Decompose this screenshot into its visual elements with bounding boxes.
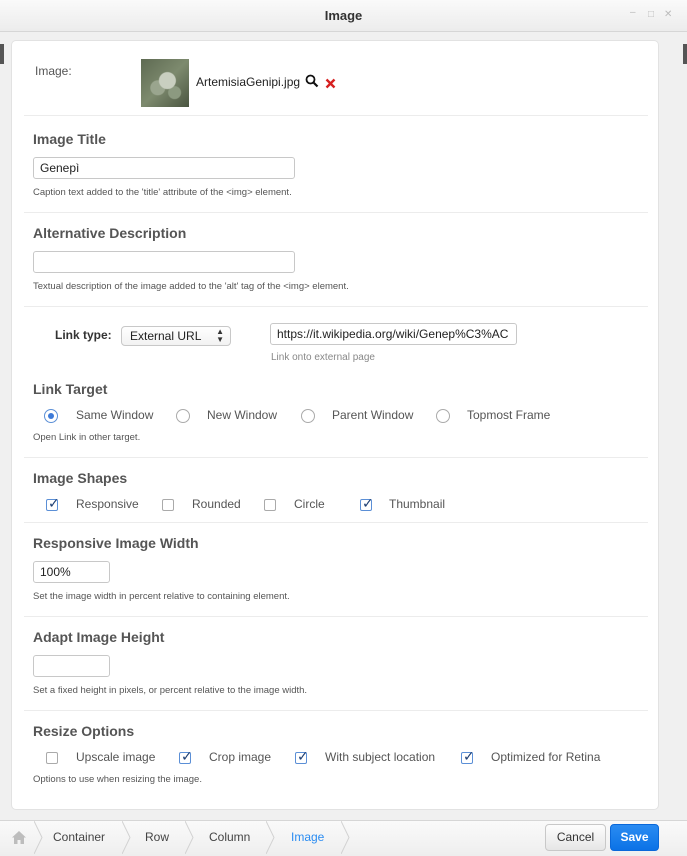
radio-topmost-frame[interactable] <box>436 409 450 423</box>
checkbox-upscale-image[interactable] <box>46 752 58 764</box>
select-arrows-icon: ▲ ▼ <box>216 327 224 344</box>
breadcrumb-separator <box>34 821 44 854</box>
checkbox-circle[interactable] <box>264 499 276 511</box>
home-icon[interactable] <box>11 830 27 850</box>
adapt-height-help: Set a fixed height in pixels, or percent… <box>33 685 308 696</box>
image-title-help: Caption text added to the 'title' attrib… <box>33 187 292 198</box>
breadcrumb-separator <box>341 821 351 854</box>
checkbox-label: Rounded <box>192 497 241 511</box>
link-target-help: Open Link in other target. <box>33 432 141 443</box>
radio-label: New Window <box>207 408 278 422</box>
divider <box>24 616 648 617</box>
breadcrumb-separator <box>266 821 276 854</box>
checkmark-icon: ✓ <box>463 748 475 764</box>
checkbox-label: Thumbnail <box>389 497 446 511</box>
alt-description-help: Textual description of the image added t… <box>33 281 349 292</box>
adapt-height-heading: Adapt Image Height <box>33 629 165 645</box>
backdrop-edge <box>0 44 4 64</box>
link-type-select[interactable]: External URL ▲ ▼ <box>121 326 231 346</box>
checkbox-label: Upscale image <box>76 750 156 764</box>
radio-label: Topmost Frame <box>467 408 551 422</box>
alt-description-input[interactable] <box>33 251 295 273</box>
checkbox-thumbnail[interactable]: ✓ <box>360 495 374 511</box>
checkbox-label: Responsive <box>76 497 139 511</box>
breadcrumb-column[interactable]: Column <box>209 821 250 854</box>
backdrop-edge <box>683 44 687 64</box>
checkbox-responsive[interactable]: ✓ <box>46 495 60 511</box>
cancel-button[interactable]: Cancel <box>545 824 606 851</box>
link-type-value: External URL <box>130 329 202 343</box>
responsive-width-input[interactable]: 100% <box>33 561 110 583</box>
radio-same-window[interactable] <box>44 409 58 423</box>
responsive-width-help: Set the image width in percent relative … <box>33 591 290 602</box>
checkbox-optimized-for-retina[interactable]: ✓ <box>461 748 475 764</box>
save-button[interactable]: Save <box>610 824 659 851</box>
image-shapes-heading: Image Shapes <box>33 470 128 486</box>
image-title-input[interactable]: Genepì <box>33 157 295 179</box>
divider <box>24 457 648 458</box>
checkbox-label: Optimized for Retina <box>491 750 601 764</box>
radio-new-window[interactable] <box>176 409 190 423</box>
window-titlebar: Image – □ ✕ <box>0 0 687 32</box>
checkmark-icon: ✓ <box>181 748 193 764</box>
magnifier-icon[interactable] <box>305 74 319 93</box>
image-filename: ArtemisiaGenipi.jpg <box>196 75 301 89</box>
delete-x-icon[interactable] <box>325 76 336 94</box>
image-thumbnail[interactable] <box>141 59 189 107</box>
close-icon[interactable]: ✕ <box>664 9 672 20</box>
divider <box>24 710 648 711</box>
checkmark-icon: ✓ <box>297 748 309 764</box>
image-label: Image: <box>35 64 72 78</box>
resize-options-heading: Resize Options <box>33 723 135 739</box>
checkbox-rounded[interactable] <box>162 499 174 511</box>
divider <box>24 522 648 523</box>
breadcrumb-separator <box>122 821 132 854</box>
breadcrumb-separator <box>185 821 195 854</box>
adapt-height-input[interactable] <box>33 655 110 677</box>
resize-options-help: Options to use when resizing the image. <box>33 774 202 785</box>
breadcrumb-container[interactable]: Container <box>53 821 105 854</box>
divider <box>24 306 648 307</box>
checkbox-crop-image[interactable]: ✓ <box>179 748 193 764</box>
link-url-help: Link onto external page <box>271 352 375 363</box>
divider <box>24 115 648 116</box>
image-title-heading: Image Title <box>33 131 106 147</box>
link-target-heading: Link Target <box>33 381 108 397</box>
alt-description-heading: Alternative Description <box>33 225 187 241</box>
window-title: Image <box>324 8 363 23</box>
radio-parent-window[interactable] <box>301 409 315 423</box>
footer-bar: Container Row Column Image Cancel Save <box>0 820 687 856</box>
divider <box>24 212 648 213</box>
responsive-width-heading: Responsive Image Width <box>33 535 199 551</box>
radio-label: Parent Window <box>332 408 414 422</box>
checkbox-label: Crop image <box>209 750 272 764</box>
minimize-icon[interactable]: – <box>630 7 636 18</box>
radio-label: Same Window <box>76 408 154 422</box>
checkmark-icon: ✓ <box>362 495 374 511</box>
checkbox-with-subject-location[interactable]: ✓ <box>295 748 309 764</box>
link-url-input[interactable]: https://it.wikipedia.org/wiki/Genep%C3%A… <box>270 323 517 345</box>
breadcrumb-row[interactable]: Row <box>145 821 169 854</box>
breadcrumb-image-active: Image <box>291 830 325 844</box>
checkbox-label: With subject location <box>325 750 436 764</box>
link-type-label: Link type: <box>55 328 112 342</box>
maximize-icon[interactable]: □ <box>648 9 654 20</box>
checkmark-icon: ✓ <box>48 495 60 511</box>
checkbox-label: Circle <box>294 497 325 511</box>
